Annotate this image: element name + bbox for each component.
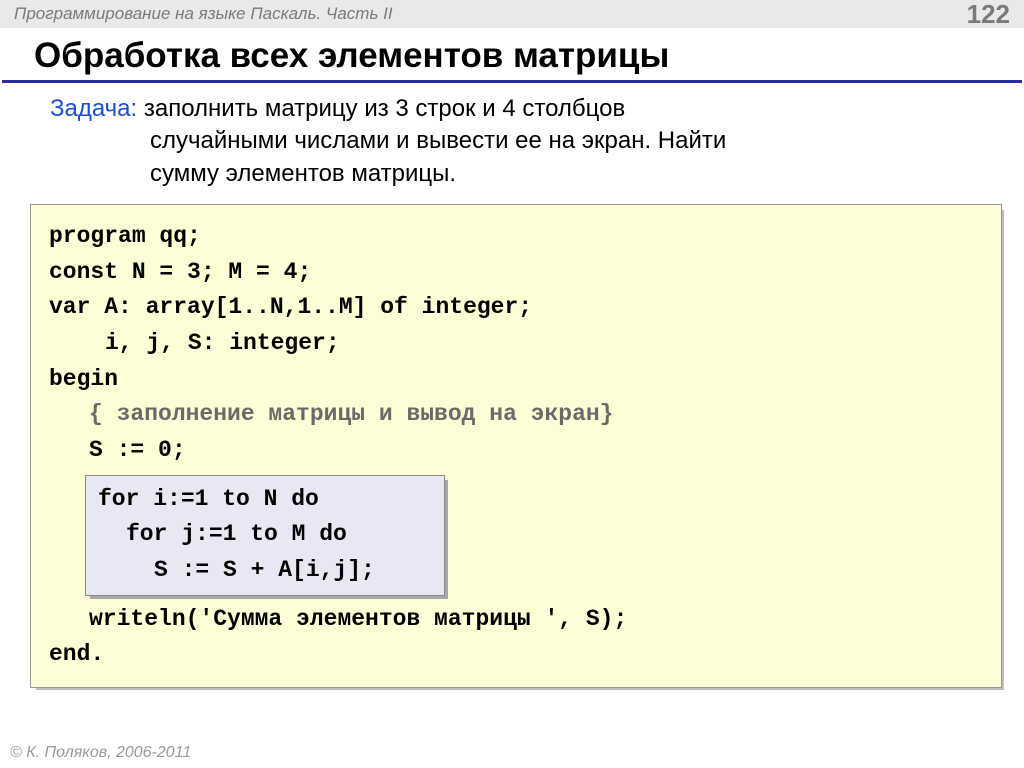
page-number: 122 [967, 0, 1010, 30]
copyright: © К. Поляков, 2006-2011 [0, 740, 1024, 768]
code-line: S := S + A[i,j]; [98, 553, 432, 589]
highlight-block: for i:=1 to N do for j:=1 to M do S := S… [85, 475, 445, 596]
code-line: program qq; [49, 223, 201, 249]
code-line: begin [49, 366, 118, 392]
code-line: i, j, S: integer; [49, 326, 983, 362]
task-block: Задача: заполнить матрицу из 3 строк и 4… [0, 83, 1024, 200]
code-box: program qq; const N = 3; M = 4; var A: a… [30, 204, 1002, 688]
breadcrumb: Программирование на языке Паскаль. Часть… [14, 4, 393, 24]
code-comment: { заполнение матрицы и вывод на экран} [49, 397, 983, 433]
code-line: S := 0; [49, 433, 983, 469]
task-line2: случайными числами и вывести ее на экран… [50, 125, 988, 157]
task-line3: сумму элементов матрицы. [50, 158, 988, 190]
code-line: for i:=1 to N do [98, 482, 432, 518]
highlight-box: for i:=1 to N do for j:=1 to M do S := S… [85, 475, 445, 596]
code-line: for j:=1 to M do [98, 517, 432, 553]
breadcrumb-bar: Программирование на языке Паскаль. Часть… [0, 0, 1024, 28]
code-line: writeln('Сумма элементов матрицы ', S); [49, 602, 983, 638]
page-title: Обработка всех элементов матрицы [2, 28, 1022, 83]
task-label: Задача: [50, 95, 137, 122]
code-line: end. [49, 641, 104, 667]
code-block: program qq; const N = 3; M = 4; var A: a… [30, 204, 1002, 688]
code-line: const N = 3; M = 4; [49, 259, 311, 285]
code-line: var A: array[1..N,1..M] of integer; [49, 294, 532, 320]
task-line1: заполнить матрицу из 3 строк и 4 столбцо… [137, 95, 625, 122]
